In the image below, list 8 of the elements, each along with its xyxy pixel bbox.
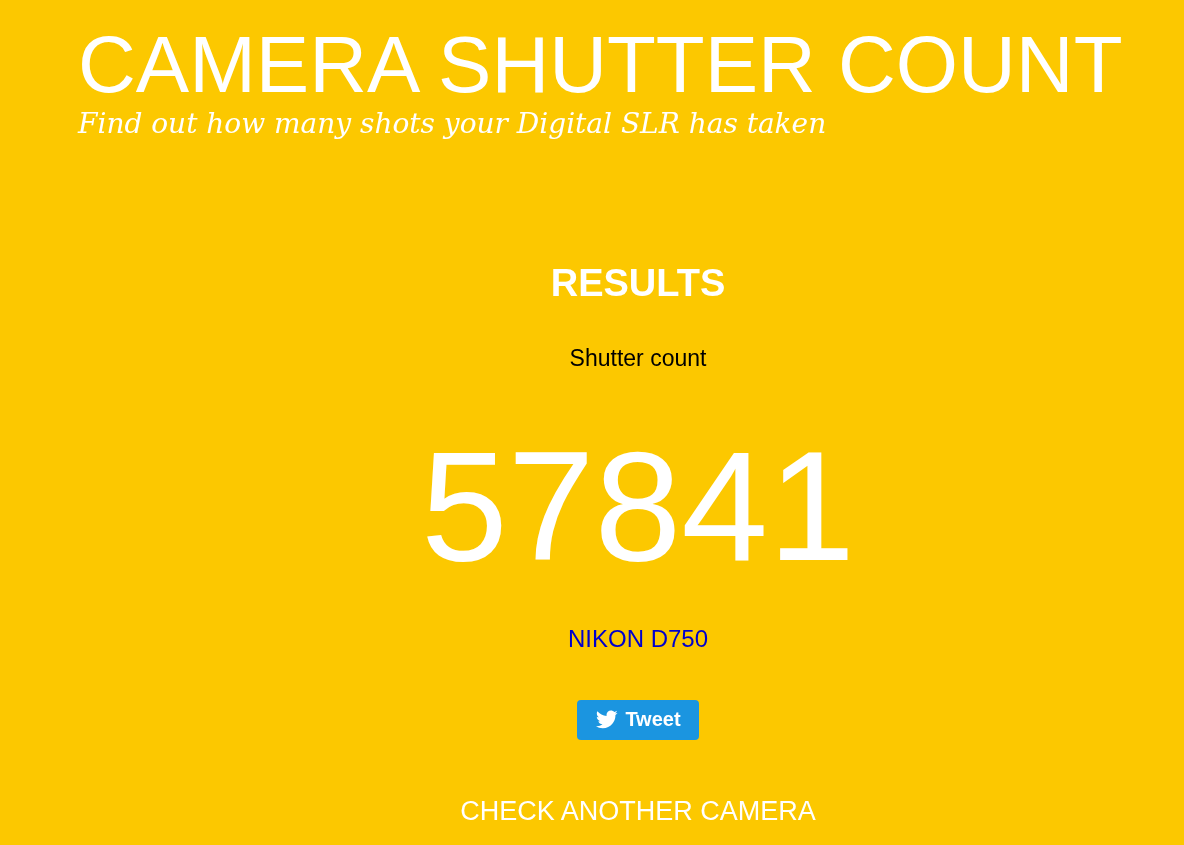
results-heading: RESULTS [550,263,726,302]
camera-model-link[interactable]: NIKON D750 [567,626,709,651]
tweet-button[interactable]: Tweet [577,699,699,740]
shutter-count-label: Shutter count [569,346,707,370]
site-title: CAMERA SHUTTER COUNT [78,25,1123,105]
site-tagline: Find out how many shots your Digital SLR has taken [78,109,827,140]
bird-icon [595,710,619,730]
shutter-count-value: 57841 [421,427,855,584]
